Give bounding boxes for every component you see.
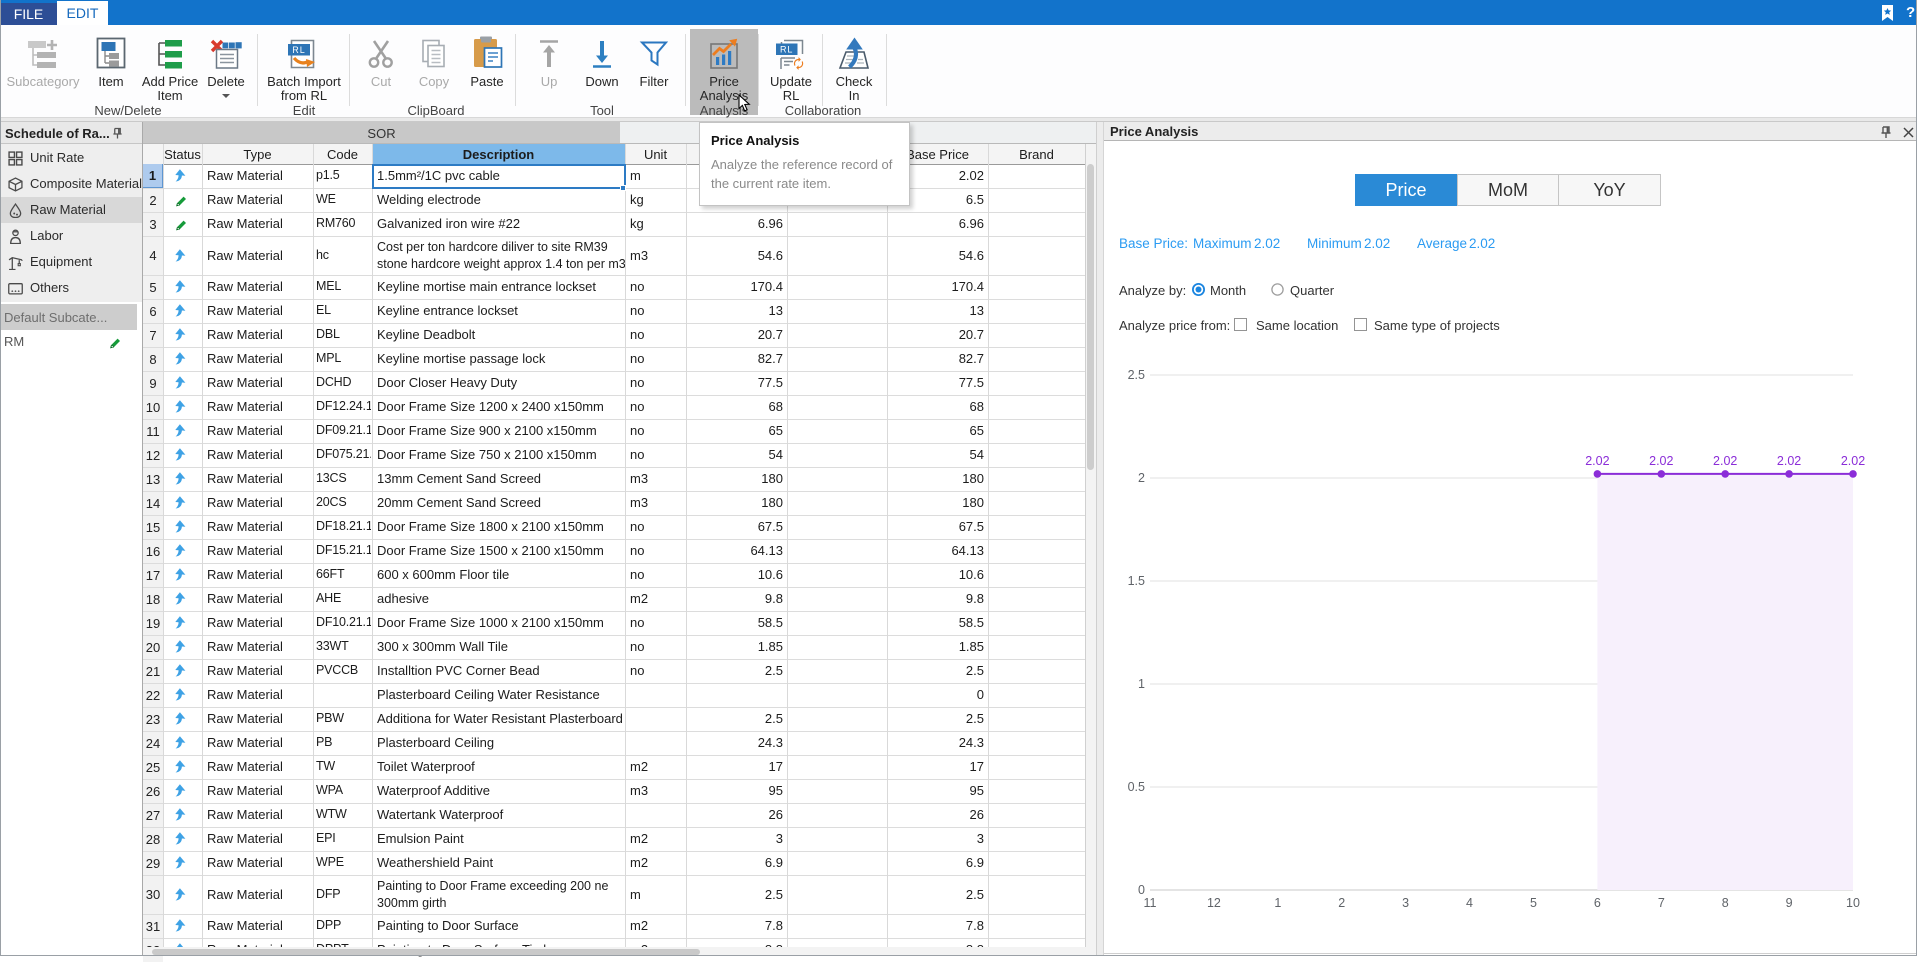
svg-text:4: 4 xyxy=(1466,896,1473,910)
svg-text:2.5: 2.5 xyxy=(1128,368,1145,382)
svg-text:2.02: 2.02 xyxy=(1777,454,1801,468)
svg-text:10: 10 xyxy=(1846,896,1860,910)
svg-text:0.5: 0.5 xyxy=(1128,780,1145,794)
svg-text:1.5: 1.5 xyxy=(1128,574,1145,588)
svg-text:0: 0 xyxy=(1138,883,1145,897)
svg-text:7: 7 xyxy=(1658,896,1665,910)
svg-text:2: 2 xyxy=(1338,896,1345,910)
svg-text:6: 6 xyxy=(1594,896,1601,910)
svg-text:11: 11 xyxy=(1144,896,1157,910)
svg-text:5: 5 xyxy=(1530,896,1537,910)
svg-text:2.02: 2.02 xyxy=(1585,454,1609,468)
svg-text:RL: RL xyxy=(780,45,794,55)
svg-text:9: 9 xyxy=(1786,896,1793,910)
svg-text:8: 8 xyxy=(1722,896,1729,910)
svg-text:1: 1 xyxy=(1138,677,1145,691)
svg-text:2: 2 xyxy=(1138,471,1145,485)
svg-text:2.02: 2.02 xyxy=(1713,454,1737,468)
svg-text:1: 1 xyxy=(1274,896,1281,910)
svg-text:12: 12 xyxy=(1207,896,1221,910)
svg-text:RL: RL xyxy=(292,45,306,55)
svg-text:2.02: 2.02 xyxy=(1841,454,1865,468)
svg-text:3: 3 xyxy=(1402,896,1409,910)
svg-text:2.02: 2.02 xyxy=(1649,454,1673,468)
